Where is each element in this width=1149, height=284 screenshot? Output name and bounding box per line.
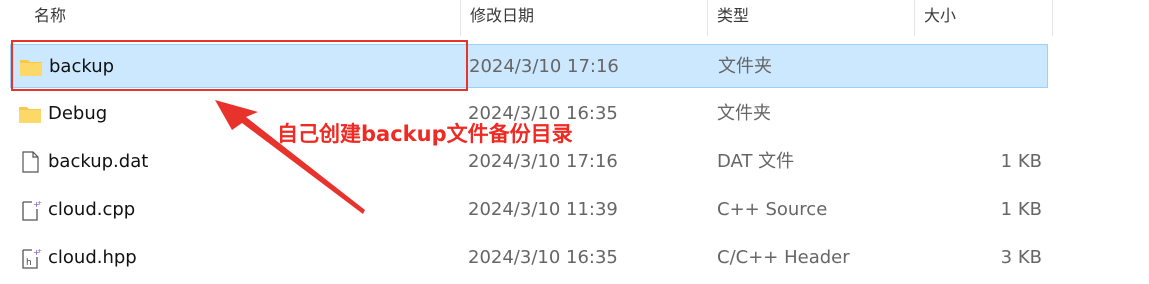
annotation-arrow-icon bbox=[215, 100, 365, 214]
annotation-label: 自己创建backup文件备份目录 bbox=[277, 122, 573, 146]
